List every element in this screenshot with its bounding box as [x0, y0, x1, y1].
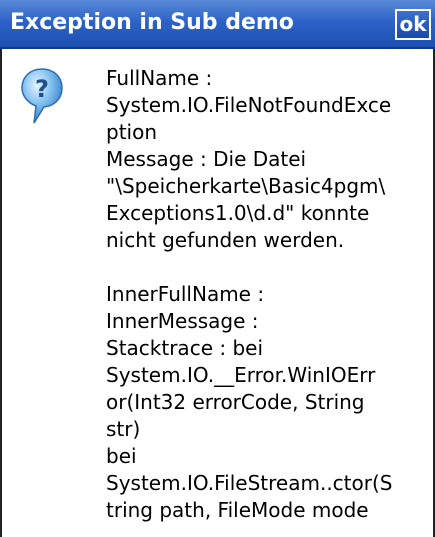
title-bar: Exception in Sub demo ok — [0, 0, 435, 49]
dialog-content[interactable]: ? FullName : System.IO.FileNotFoundExce … — [0, 49, 435, 537]
window-title: Exception in Sub demo — [10, 10, 294, 35]
question-bubble-icon: ? — [21, 68, 63, 124]
dialog-window: Exception in Sub demo ok ? FullName : Sy… — [0, 0, 435, 537]
svg-text:?: ? — [35, 75, 49, 103]
exception-message: FullName : System.IO.FileNotFoundExce pt… — [106, 66, 393, 522]
ok-button[interactable]: ok — [395, 9, 431, 40]
